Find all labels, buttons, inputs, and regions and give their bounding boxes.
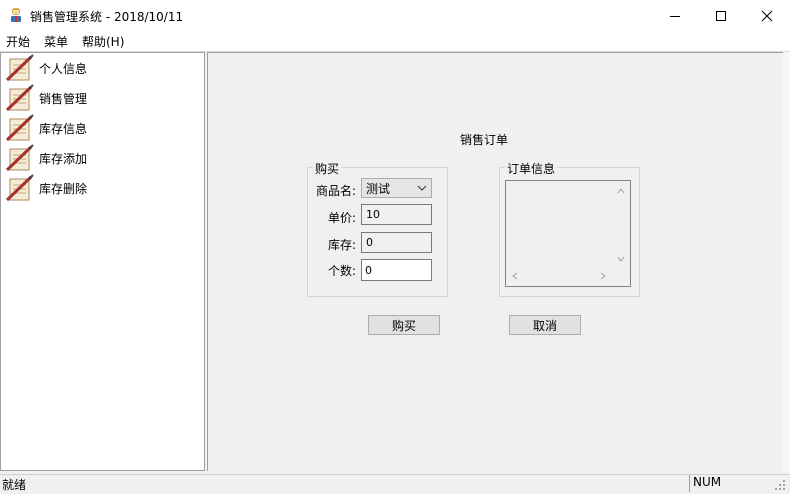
window-title: 销售管理系统 - 2018/10/11 [30, 10, 184, 24]
quantity-input[interactable] [361, 259, 432, 281]
maximize-icon [716, 10, 726, 21]
content-panel [207, 52, 783, 471]
chevron-down-icon [417, 185, 427, 191]
stock-label: 库存: [327, 238, 356, 252]
num-lock-indicator: NUM [689, 475, 755, 492]
stock-field: 0 [361, 232, 432, 253]
tree-item-inventory-add[interactable]: 库存添加 [4, 144, 87, 172]
minimize-button[interactable] [652, 0, 698, 31]
notepad-pen-icon [5, 54, 34, 82]
order-info-group-title: 订单信息 [505, 160, 558, 177]
maximize-button[interactable] [698, 0, 744, 31]
price-field: 10 [361, 204, 432, 225]
scroll-right-icon[interactable] [599, 271, 607, 281]
scroll-down-icon[interactable] [616, 255, 626, 263]
minimize-icon [670, 15, 680, 17]
app-icon [11, 8, 21, 22]
tree-item-personal-info[interactable]: 个人信息 [4, 54, 87, 82]
buy-button[interactable]: 购买 [368, 315, 440, 335]
status-bar [0, 474, 790, 494]
menu-help[interactable]: 帮助(H) [82, 33, 124, 50]
tree-item-label: 销售管理 [39, 91, 88, 106]
close-button[interactable] [744, 0, 790, 31]
page-title: 销售订单 [460, 133, 509, 147]
menu-start[interactable]: 开始 [6, 33, 30, 50]
notepad-pen-icon [5, 174, 34, 202]
close-icon [761, 10, 773, 21]
tree-item-label: 库存删除 [39, 181, 88, 196]
purchase-group-title: 购买 [313, 160, 342, 177]
notepad-pen-icon [5, 84, 34, 112]
tree-item-label: 库存信息 [39, 121, 88, 136]
product-label: 商品名: [315, 184, 356, 198]
notepad-pen-icon [5, 114, 34, 142]
resize-grip-icon[interactable] [774, 479, 786, 491]
order-info-list[interactable] [505, 180, 631, 287]
quantity-label: 个数: [327, 264, 356, 278]
tree-item-sales-management[interactable]: 销售管理 [4, 84, 87, 112]
scroll-up-icon[interactable] [616, 187, 626, 195]
price-label: 单价: [327, 211, 356, 225]
tree-item-inventory-delete[interactable]: 库存删除 [4, 174, 87, 202]
product-select[interactable]: 测试 [361, 178, 432, 198]
notepad-pen-icon [5, 144, 34, 172]
tree-item-label: 库存添加 [39, 151, 88, 166]
menu-menu[interactable]: 菜单 [44, 33, 68, 50]
window-edge [783, 52, 790, 471]
status-text: 就绪 [2, 478, 27, 492]
tree-item-label: 个人信息 [39, 61, 88, 76]
product-select-value: 测试 [366, 181, 391, 196]
tree-item-inventory-info[interactable]: 库存信息 [4, 114, 87, 142]
cancel-button[interactable]: 取消 [509, 315, 581, 335]
scroll-left-icon[interactable] [511, 271, 519, 281]
